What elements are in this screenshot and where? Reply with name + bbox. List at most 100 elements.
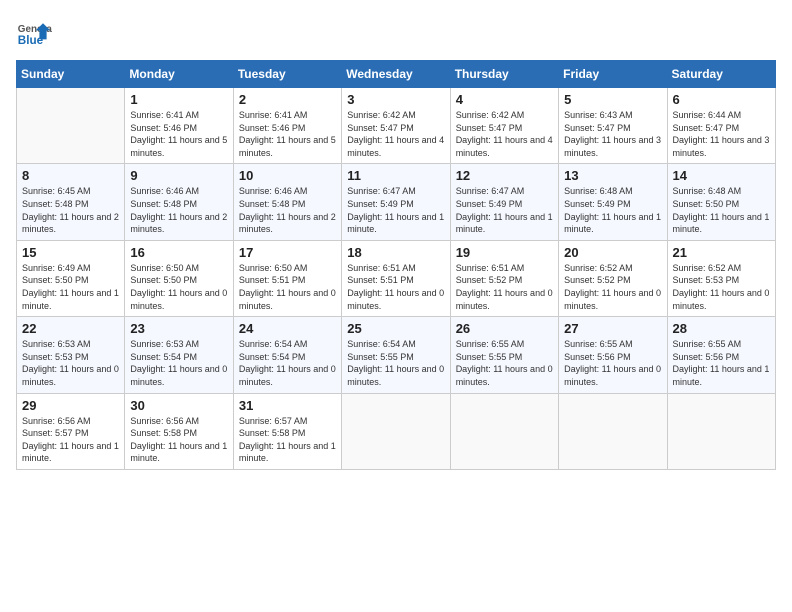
column-header-tuesday: Tuesday xyxy=(233,61,341,88)
calendar-cell: 14 Sunrise: 6:48 AM Sunset: 5:50 PM Dayli… xyxy=(667,164,775,240)
day-info: Sunrise: 6:41 AM Sunset: 5:46 PM Dayligh… xyxy=(239,109,336,159)
day-info: Sunrise: 6:55 AM Sunset: 5:56 PM Dayligh… xyxy=(673,338,770,388)
day-number: 29 xyxy=(22,398,119,413)
day-number: 23 xyxy=(130,321,227,336)
day-info: Sunrise: 6:56 AM Sunset: 5:58 PM Dayligh… xyxy=(130,415,227,465)
calendar-cell xyxy=(450,393,558,469)
calendar-cell: 30 Sunrise: 6:56 AM Sunset: 5:58 PM Dayli… xyxy=(125,393,233,469)
day-number: 20 xyxy=(564,245,661,260)
day-info: Sunrise: 6:47 AM Sunset: 5:49 PM Dayligh… xyxy=(347,185,444,235)
calendar-cell: 27 Sunrise: 6:55 AM Sunset: 5:56 PM Dayli… xyxy=(559,317,667,393)
calendar-header-row: SundayMondayTuesdayWednesdayThursdayFrid… xyxy=(17,61,776,88)
day-info: Sunrise: 6:54 AM Sunset: 5:54 PM Dayligh… xyxy=(239,338,336,388)
day-number: 1 xyxy=(130,92,227,107)
day-info: Sunrise: 6:52 AM Sunset: 5:53 PM Dayligh… xyxy=(673,262,770,312)
day-number: 13 xyxy=(564,168,661,183)
day-info: Sunrise: 6:53 AM Sunset: 5:54 PM Dayligh… xyxy=(130,338,227,388)
day-info: Sunrise: 6:47 AM Sunset: 5:49 PM Dayligh… xyxy=(456,185,553,235)
calendar-week-3: 22 Sunrise: 6:53 AM Sunset: 5:53 PM Dayli… xyxy=(17,317,776,393)
calendar-cell: 15 Sunrise: 6:49 AM Sunset: 5:50 PM Dayli… xyxy=(17,240,125,316)
calendar-cell xyxy=(342,393,450,469)
calendar-week-4: 29Sunrise: 6:56 AM Sunset: 5:57 PM Dayli… xyxy=(17,393,776,469)
day-info: Sunrise: 6:55 AM Sunset: 5:56 PM Dayligh… xyxy=(564,338,661,388)
calendar-cell: 21 Sunrise: 6:52 AM Sunset: 5:53 PM Dayli… xyxy=(667,240,775,316)
column-header-wednesday: Wednesday xyxy=(342,61,450,88)
day-info: Sunrise: 6:41 AM Sunset: 5:46 PM Dayligh… xyxy=(130,109,227,159)
day-info: Sunrise: 6:52 AM Sunset: 5:52 PM Dayligh… xyxy=(564,262,661,312)
day-number: 27 xyxy=(564,321,661,336)
day-number: 2 xyxy=(239,92,336,107)
day-number: 11 xyxy=(347,168,444,183)
day-info: Sunrise: 6:54 AM Sunset: 5:55 PM Dayligh… xyxy=(347,338,444,388)
calendar-cell: 18 Sunrise: 6:51 AM Sunset: 5:51 PM Dayli… xyxy=(342,240,450,316)
calendar-cell: 8Sunrise: 6:45 AM Sunset: 5:48 PM Daylig… xyxy=(17,164,125,240)
calendar-cell: 5 Sunrise: 6:43 AM Sunset: 5:47 PM Daylig… xyxy=(559,88,667,164)
day-number: 31 xyxy=(239,398,336,413)
calendar-cell: 6 Sunrise: 6:44 AM Sunset: 5:47 PM Daylig… xyxy=(667,88,775,164)
calendar-cell: 29Sunrise: 6:56 AM Sunset: 5:57 PM Dayli… xyxy=(17,393,125,469)
day-info: Sunrise: 6:55 AM Sunset: 5:55 PM Dayligh… xyxy=(456,338,553,388)
day-info: Sunrise: 6:51 AM Sunset: 5:52 PM Dayligh… xyxy=(456,262,553,312)
day-number: 5 xyxy=(564,92,661,107)
day-number: 12 xyxy=(456,168,553,183)
calendar-cell: 22 Sunrise: 6:53 AM Sunset: 5:53 PM Dayli… xyxy=(17,317,125,393)
calendar-cell: 26 Sunrise: 6:55 AM Sunset: 5:55 PM Dayli… xyxy=(450,317,558,393)
calendar-cell xyxy=(667,393,775,469)
day-number: 26 xyxy=(456,321,553,336)
day-info: Sunrise: 6:51 AM Sunset: 5:51 PM Dayligh… xyxy=(347,262,444,312)
day-number: 3 xyxy=(347,92,444,107)
calendar-cell: 19Sunrise: 6:51 AM Sunset: 5:52 PM Dayli… xyxy=(450,240,558,316)
page-header: General Blue xyxy=(16,16,776,52)
calendar-cell: 23 Sunrise: 6:53 AM Sunset: 5:54 PM Dayli… xyxy=(125,317,233,393)
day-number: 10 xyxy=(239,168,336,183)
calendar-cell: 9 Sunrise: 6:46 AM Sunset: 5:48 PM Daylig… xyxy=(125,164,233,240)
day-number: 15 xyxy=(22,245,119,260)
calendar-cell: 12 Sunrise: 6:47 AM Sunset: 5:49 PM Dayli… xyxy=(450,164,558,240)
column-header-friday: Friday xyxy=(559,61,667,88)
day-number: 22 xyxy=(22,321,119,336)
calendar-cell: 28 Sunrise: 6:55 AM Sunset: 5:56 PM Dayli… xyxy=(667,317,775,393)
day-number: 6 xyxy=(673,92,770,107)
day-info: Sunrise: 6:46 AM Sunset: 5:48 PM Dayligh… xyxy=(130,185,227,235)
day-number: 17 xyxy=(239,245,336,260)
calendar-cell: 13Sunrise: 6:48 AM Sunset: 5:49 PM Dayli… xyxy=(559,164,667,240)
day-info: Sunrise: 6:44 AM Sunset: 5:47 PM Dayligh… xyxy=(673,109,770,159)
day-number: 28 xyxy=(673,321,770,336)
day-number: 4 xyxy=(456,92,553,107)
day-info: Sunrise: 6:50 AM Sunset: 5:51 PM Dayligh… xyxy=(239,262,336,312)
day-info: Sunrise: 6:50 AM Sunset: 5:50 PM Dayligh… xyxy=(130,262,227,312)
calendar-cell: 31 Sunrise: 6:57 AM Sunset: 5:58 PM Dayli… xyxy=(233,393,341,469)
logo: General Blue xyxy=(16,16,52,52)
calendar-cell: 25 Sunrise: 6:54 AM Sunset: 5:55 PM Dayli… xyxy=(342,317,450,393)
calendar-cell: 17 Sunrise: 6:50 AM Sunset: 5:51 PM Dayli… xyxy=(233,240,341,316)
day-info: Sunrise: 6:57 AM Sunset: 5:58 PM Dayligh… xyxy=(239,415,336,465)
calendar-cell: 16Sunrise: 6:50 AM Sunset: 5:50 PM Dayli… xyxy=(125,240,233,316)
day-info: Sunrise: 6:49 AM Sunset: 5:50 PM Dayligh… xyxy=(22,262,119,312)
column-header-thursday: Thursday xyxy=(450,61,558,88)
day-number: 14 xyxy=(673,168,770,183)
column-header-monday: Monday xyxy=(125,61,233,88)
day-number: 25 xyxy=(347,321,444,336)
calendar-cell: 3Sunrise: 6:42 AM Sunset: 5:47 PM Daylig… xyxy=(342,88,450,164)
day-number: 8 xyxy=(22,168,119,183)
day-info: Sunrise: 6:42 AM Sunset: 5:47 PM Dayligh… xyxy=(456,109,553,159)
column-header-saturday: Saturday xyxy=(667,61,775,88)
calendar-cell: 4 Sunrise: 6:42 AM Sunset: 5:47 PM Daylig… xyxy=(450,88,558,164)
day-info: Sunrise: 6:53 AM Sunset: 5:53 PM Dayligh… xyxy=(22,338,119,388)
day-info: Sunrise: 6:43 AM Sunset: 5:47 PM Dayligh… xyxy=(564,109,661,159)
calendar-cell: 11 Sunrise: 6:47 AM Sunset: 5:49 PM Dayli… xyxy=(342,164,450,240)
calendar-cell xyxy=(559,393,667,469)
column-header-sunday: Sunday xyxy=(17,61,125,88)
day-number: 30 xyxy=(130,398,227,413)
logo-icon: General Blue xyxy=(16,16,52,52)
calendar-cell: 10 Sunrise: 6:46 AM Sunset: 5:48 PM Dayli… xyxy=(233,164,341,240)
day-info: Sunrise: 6:48 AM Sunset: 5:50 PM Dayligh… xyxy=(673,185,770,235)
calendar-cell xyxy=(17,88,125,164)
day-info: Sunrise: 6:46 AM Sunset: 5:48 PM Dayligh… xyxy=(239,185,336,235)
day-number: 18 xyxy=(347,245,444,260)
day-number: 9 xyxy=(130,168,227,183)
calendar-week-0: 1 Sunrise: 6:41 AM Sunset: 5:46 PM Daylig… xyxy=(17,88,776,164)
day-number: 21 xyxy=(673,245,770,260)
calendar-cell: 1 Sunrise: 6:41 AM Sunset: 5:46 PM Daylig… xyxy=(125,88,233,164)
calendar-week-2: 15 Sunrise: 6:49 AM Sunset: 5:50 PM Dayli… xyxy=(17,240,776,316)
